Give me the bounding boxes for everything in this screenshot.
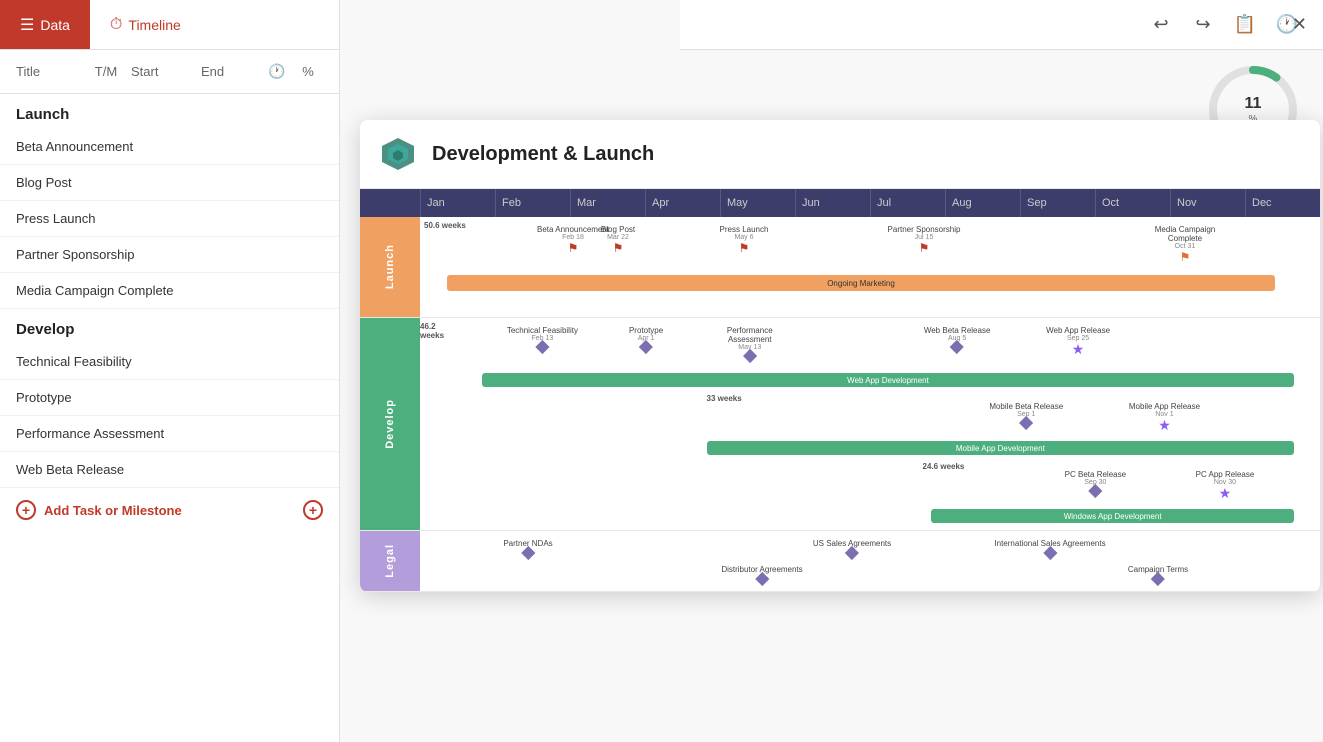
month-dec: Dec <box>1245 189 1320 217</box>
clipboard-button[interactable]: 📋 <box>1229 9 1261 41</box>
col-end: End <box>201 64 261 79</box>
launch-milestones-row: Beta Announcement Feb 18 ⚑ Blog Post Mar… <box>420 225 1320 269</box>
milestone-press-launch: Press Launch May 6 ⚑ <box>720 225 769 255</box>
develop-label: Develop <box>360 318 420 530</box>
left-panel: ☰ Data ⏱ Timeline Title T/M Start End 🕐 … <box>0 0 340 742</box>
gantt-modal: Development & Launch Jan Feb Mar Apr May… <box>360 120 1320 592</box>
month-oct: Oct <box>1095 189 1170 217</box>
mobile-milestones-row: Mobile Beta Release Sep 1 Mobile App Rel… <box>456 402 1320 438</box>
task-press-launch[interactable]: Press Launch <box>0 201 339 237</box>
web-app-dev-bar: Web App Development <box>482 373 1294 387</box>
develop-content: 46.2weeks Technical Feasibility Feb 13 P… <box>420 318 1320 530</box>
month-aug: Aug <box>945 189 1020 217</box>
tab-timeline[interactable]: ⏱ Timeline <box>90 0 201 49</box>
milestone-prototype: Prototype Apr 1 <box>629 326 663 352</box>
task-partner-sponsorship[interactable]: Partner Sponsorship <box>0 237 339 273</box>
develop-section: Develop 46.2weeks Technical Feasibility … <box>360 318 1320 531</box>
col-clock-icon: 🕐 <box>261 63 293 80</box>
close-button[interactable]: ✕ <box>1292 14 1307 35</box>
right-panel: ↩ ↪ 📋 🕐 ✕ 11 % Development & Launch <box>340 0 1323 742</box>
section-develop: Develop <box>0 309 339 344</box>
milestone-pc-app: PC App Release Nov 30 ★ <box>1196 470 1255 500</box>
month-header-row: Jan Feb Mar Apr May Jun Jul Aug Sep Oct … <box>360 189 1320 217</box>
redo-button[interactable]: ↪ <box>1187 9 1219 41</box>
milestone-campaign-terms: Campaign Terms <box>1128 565 1188 584</box>
pc-milestones-row: PC Beta Release Sep 30 PC App Release No… <box>456 470 1320 506</box>
milestone-beta-announcement: Beta Announcement Feb 18 ⚑ <box>537 225 609 255</box>
ongoing-marketing-bar: Ongoing Marketing <box>447 275 1275 291</box>
milestone-partner-sponsorship: Partner Sponsorship Jul 15 ⚑ <box>888 225 961 255</box>
windows-app-dev-bar: Windows App Development <box>931 509 1294 523</box>
tab-bar: ☰ Data ⏱ Timeline <box>0 0 339 50</box>
month-mar: Mar <box>570 189 645 217</box>
milestone-us-sales: US Sales Agreements <box>813 539 891 558</box>
month-jun: Jun <box>795 189 870 217</box>
add-milestone-icon[interactable]: + <box>303 500 323 520</box>
task-web-beta-release[interactable]: Web Beta Release <box>0 452 339 488</box>
tab-timeline-label: Timeline <box>128 17 180 33</box>
tab-data[interactable]: ☰ Data <box>0 0 90 49</box>
month-may: May <box>720 189 795 217</box>
milestone-intl-sales: International Sales Agreements <box>994 539 1105 558</box>
tab-data-label: Data <box>40 17 70 33</box>
toolbar: ↩ ↪ 📋 🕐 ✕ <box>680 0 1323 50</box>
col-percent: % <box>293 64 323 79</box>
month-jul: Jul <box>870 189 945 217</box>
month-nov: Nov <box>1170 189 1245 217</box>
milestone-pc-beta: PC Beta Release Sep 30 <box>1065 470 1126 496</box>
legal-section: Legal Partner NDAs US Sales Agreements I… <box>360 531 1320 592</box>
task-performance-assessment[interactable]: Performance Assessment <box>0 416 339 452</box>
timeline-icon: ⏱ <box>110 16 122 34</box>
gantt-header: Development & Launch <box>360 120 1320 189</box>
mobile-app-dev-bar: Mobile App Development <box>707 441 1295 455</box>
col-tm: T/M <box>81 64 131 79</box>
add-task-row[interactable]: + Add Task or Milestone + <box>0 488 339 532</box>
milestone-partner-ndas: Partner NDAs <box>503 539 552 558</box>
legal-content: Partner NDAs US Sales Agreements Interna… <box>420 531 1320 591</box>
month-jan: Jan <box>420 189 495 217</box>
col-start: Start <box>131 64 201 79</box>
col-title: Title <box>16 64 81 79</box>
develop-milestones-row1: Technical Feasibility Feb 13 Prototype A… <box>456 326 1320 370</box>
data-header: Title T/M Start End 🕐 % <box>0 50 339 94</box>
launch-section: Launch 50.6 weeks Beta Announcement Feb … <box>360 217 1320 318</box>
develop-weeks: 46.2weeks <box>420 322 444 340</box>
data-icon: ☰ <box>20 15 34 35</box>
month-cells: Jan Feb Mar Apr May Jun Jul Aug Sep Oct … <box>420 189 1320 217</box>
ongoing-marketing-bar-row: Ongoing Marketing <box>420 271 1320 295</box>
task-blog-post[interactable]: Blog Post <box>0 165 339 201</box>
weeks-33-label: 33 weeks <box>456 394 1320 402</box>
task-technical-feasibility[interactable]: Technical Feasibility <box>0 344 339 380</box>
svg-text:11: 11 <box>1245 95 1262 112</box>
milestone-web-beta-release: Web Beta Release Aug 5 <box>924 326 991 352</box>
task-prototype[interactable]: Prototype <box>0 380 339 416</box>
legal-label: Legal <box>360 531 420 591</box>
milestone-distributor: Distributor Agreements <box>721 565 802 584</box>
milestone-blog-post: Blog Post Mar 22 ⚑ <box>601 225 635 255</box>
month-feb: Feb <box>495 189 570 217</box>
task-media-campaign-complete[interactable]: Media Campaign Complete <box>0 273 339 309</box>
weeks-24-label: 24.6 weeks <box>456 462 1320 470</box>
windows-app-dev-bar-row: Windows App Development <box>456 506 1320 526</box>
gantt-logo-icon <box>380 136 416 172</box>
launch-label: Launch <box>360 217 420 317</box>
milestone-mobile-app: Mobile App Release Nov 1 ★ <box>1129 402 1200 432</box>
milestone-web-app-release: Web App Release Sep 25 ★ <box>1046 326 1110 356</box>
section-launch: Launch <box>0 94 339 129</box>
undo-button[interactable]: ↩ <box>1145 9 1177 41</box>
add-task-icon: + <box>16 500 36 520</box>
gantt-title: Development & Launch <box>432 143 654 166</box>
month-apr: Apr <box>645 189 720 217</box>
milestone-media-campaign: Media Campaign Complete Oct 31 ⚑ <box>1155 225 1215 264</box>
web-app-dev-bar-row: Web App Development <box>456 370 1320 390</box>
launch-content: 50.6 weeks Beta Announcement Feb 18 ⚑ Bl… <box>420 217 1320 317</box>
add-task-label: Add Task or Milestone <box>44 503 182 518</box>
milestone-tech-feasibility: Technical Feasibility Feb 13 <box>507 326 578 352</box>
task-beta-announcement[interactable]: Beta Announcement <box>0 129 339 165</box>
milestone-mobile-beta: Mobile Beta Release Sep 1 <box>989 402 1063 428</box>
month-sep: Sep <box>1020 189 1095 217</box>
mobile-app-dev-bar-row: Mobile App Development <box>456 438 1320 458</box>
milestone-performance-assessment: Performance Assessment May 13 <box>727 326 773 361</box>
